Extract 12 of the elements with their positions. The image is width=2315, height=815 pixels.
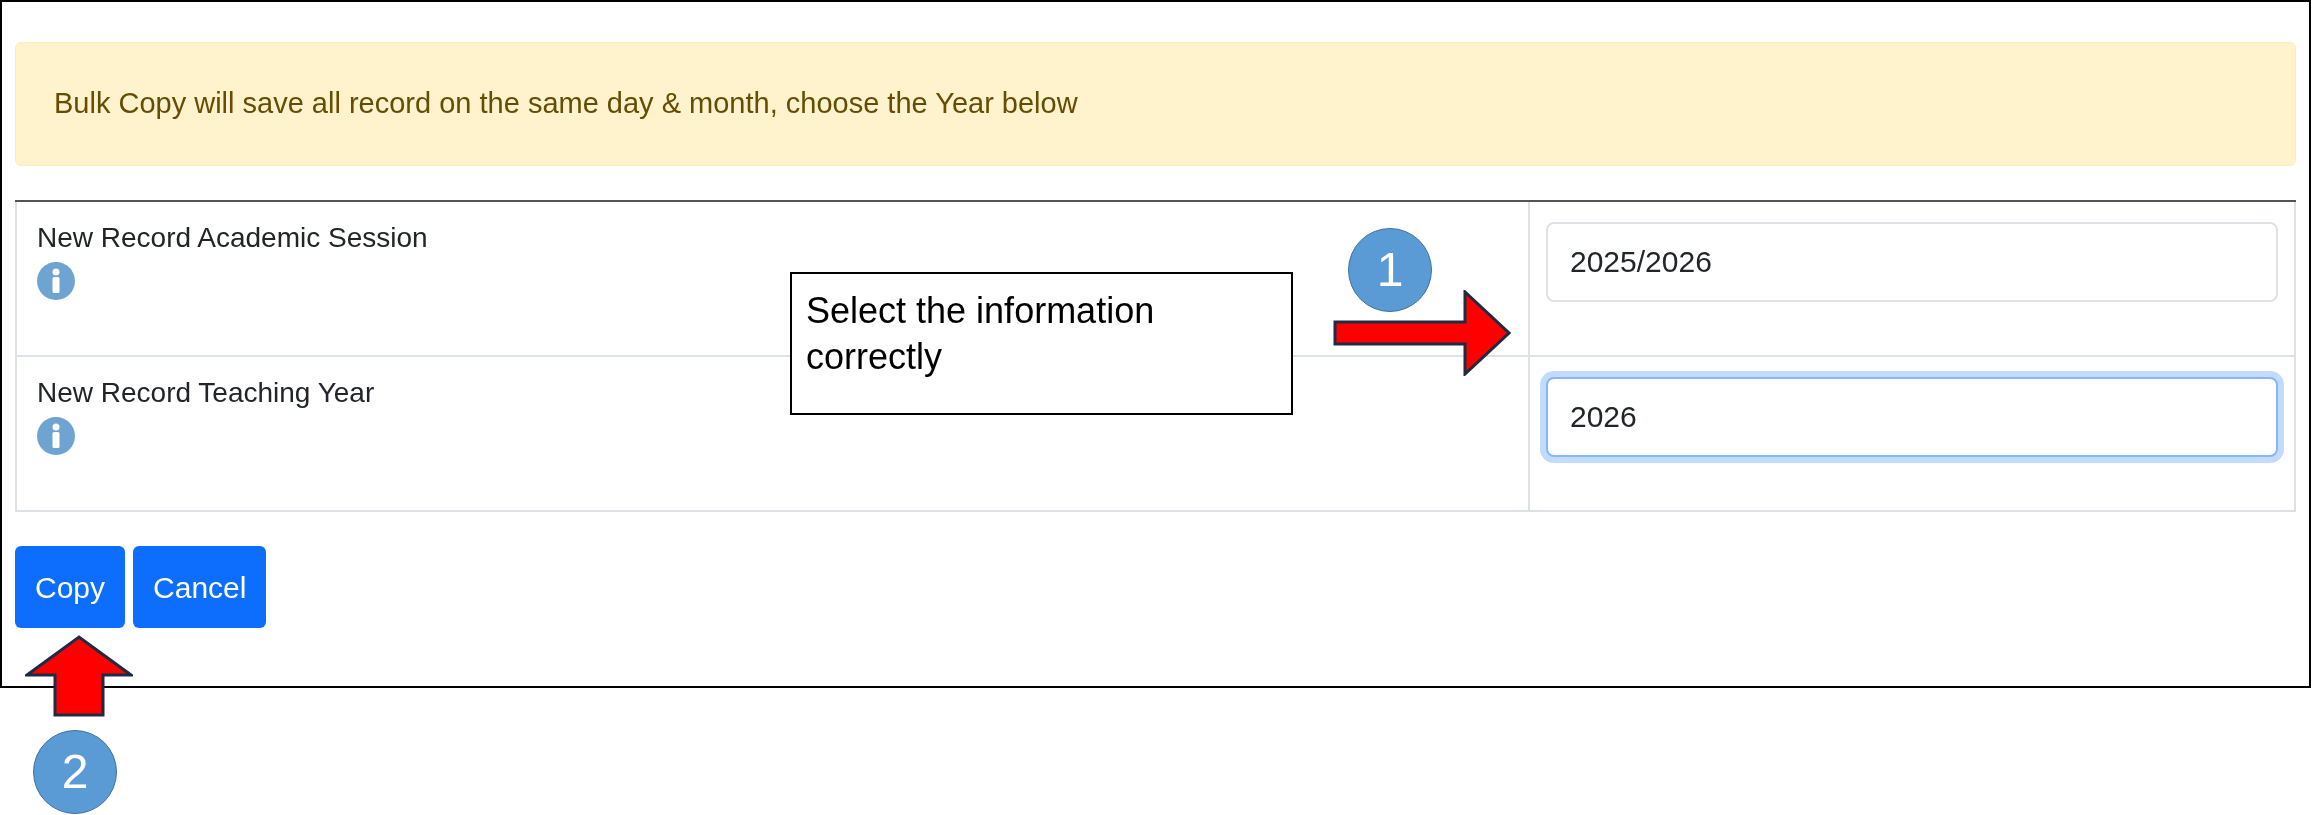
input-field[interactable]: 2026 (1546, 377, 2278, 457)
warning-alert: Bulk Copy will save all record on the same day & month, choose the Year below (15, 42, 2296, 166)
field-label: New Record Teaching Year (37, 376, 376, 410)
action-button[interactable]: Cancel (133, 546, 267, 628)
action-button[interactable]: Copy (15, 546, 126, 628)
step-number-badge: 2 (33, 730, 117, 814)
field-label: New Record Academic Session (37, 221, 429, 255)
input-field[interactable]: 2025/2026 (1546, 222, 2278, 302)
callout-note: Select the information correctly (790, 272, 1293, 415)
info-icon[interactable] (37, 262, 75, 300)
step-number-badge: 1 (1348, 228, 1432, 312)
info-icon[interactable] (37, 417, 75, 455)
